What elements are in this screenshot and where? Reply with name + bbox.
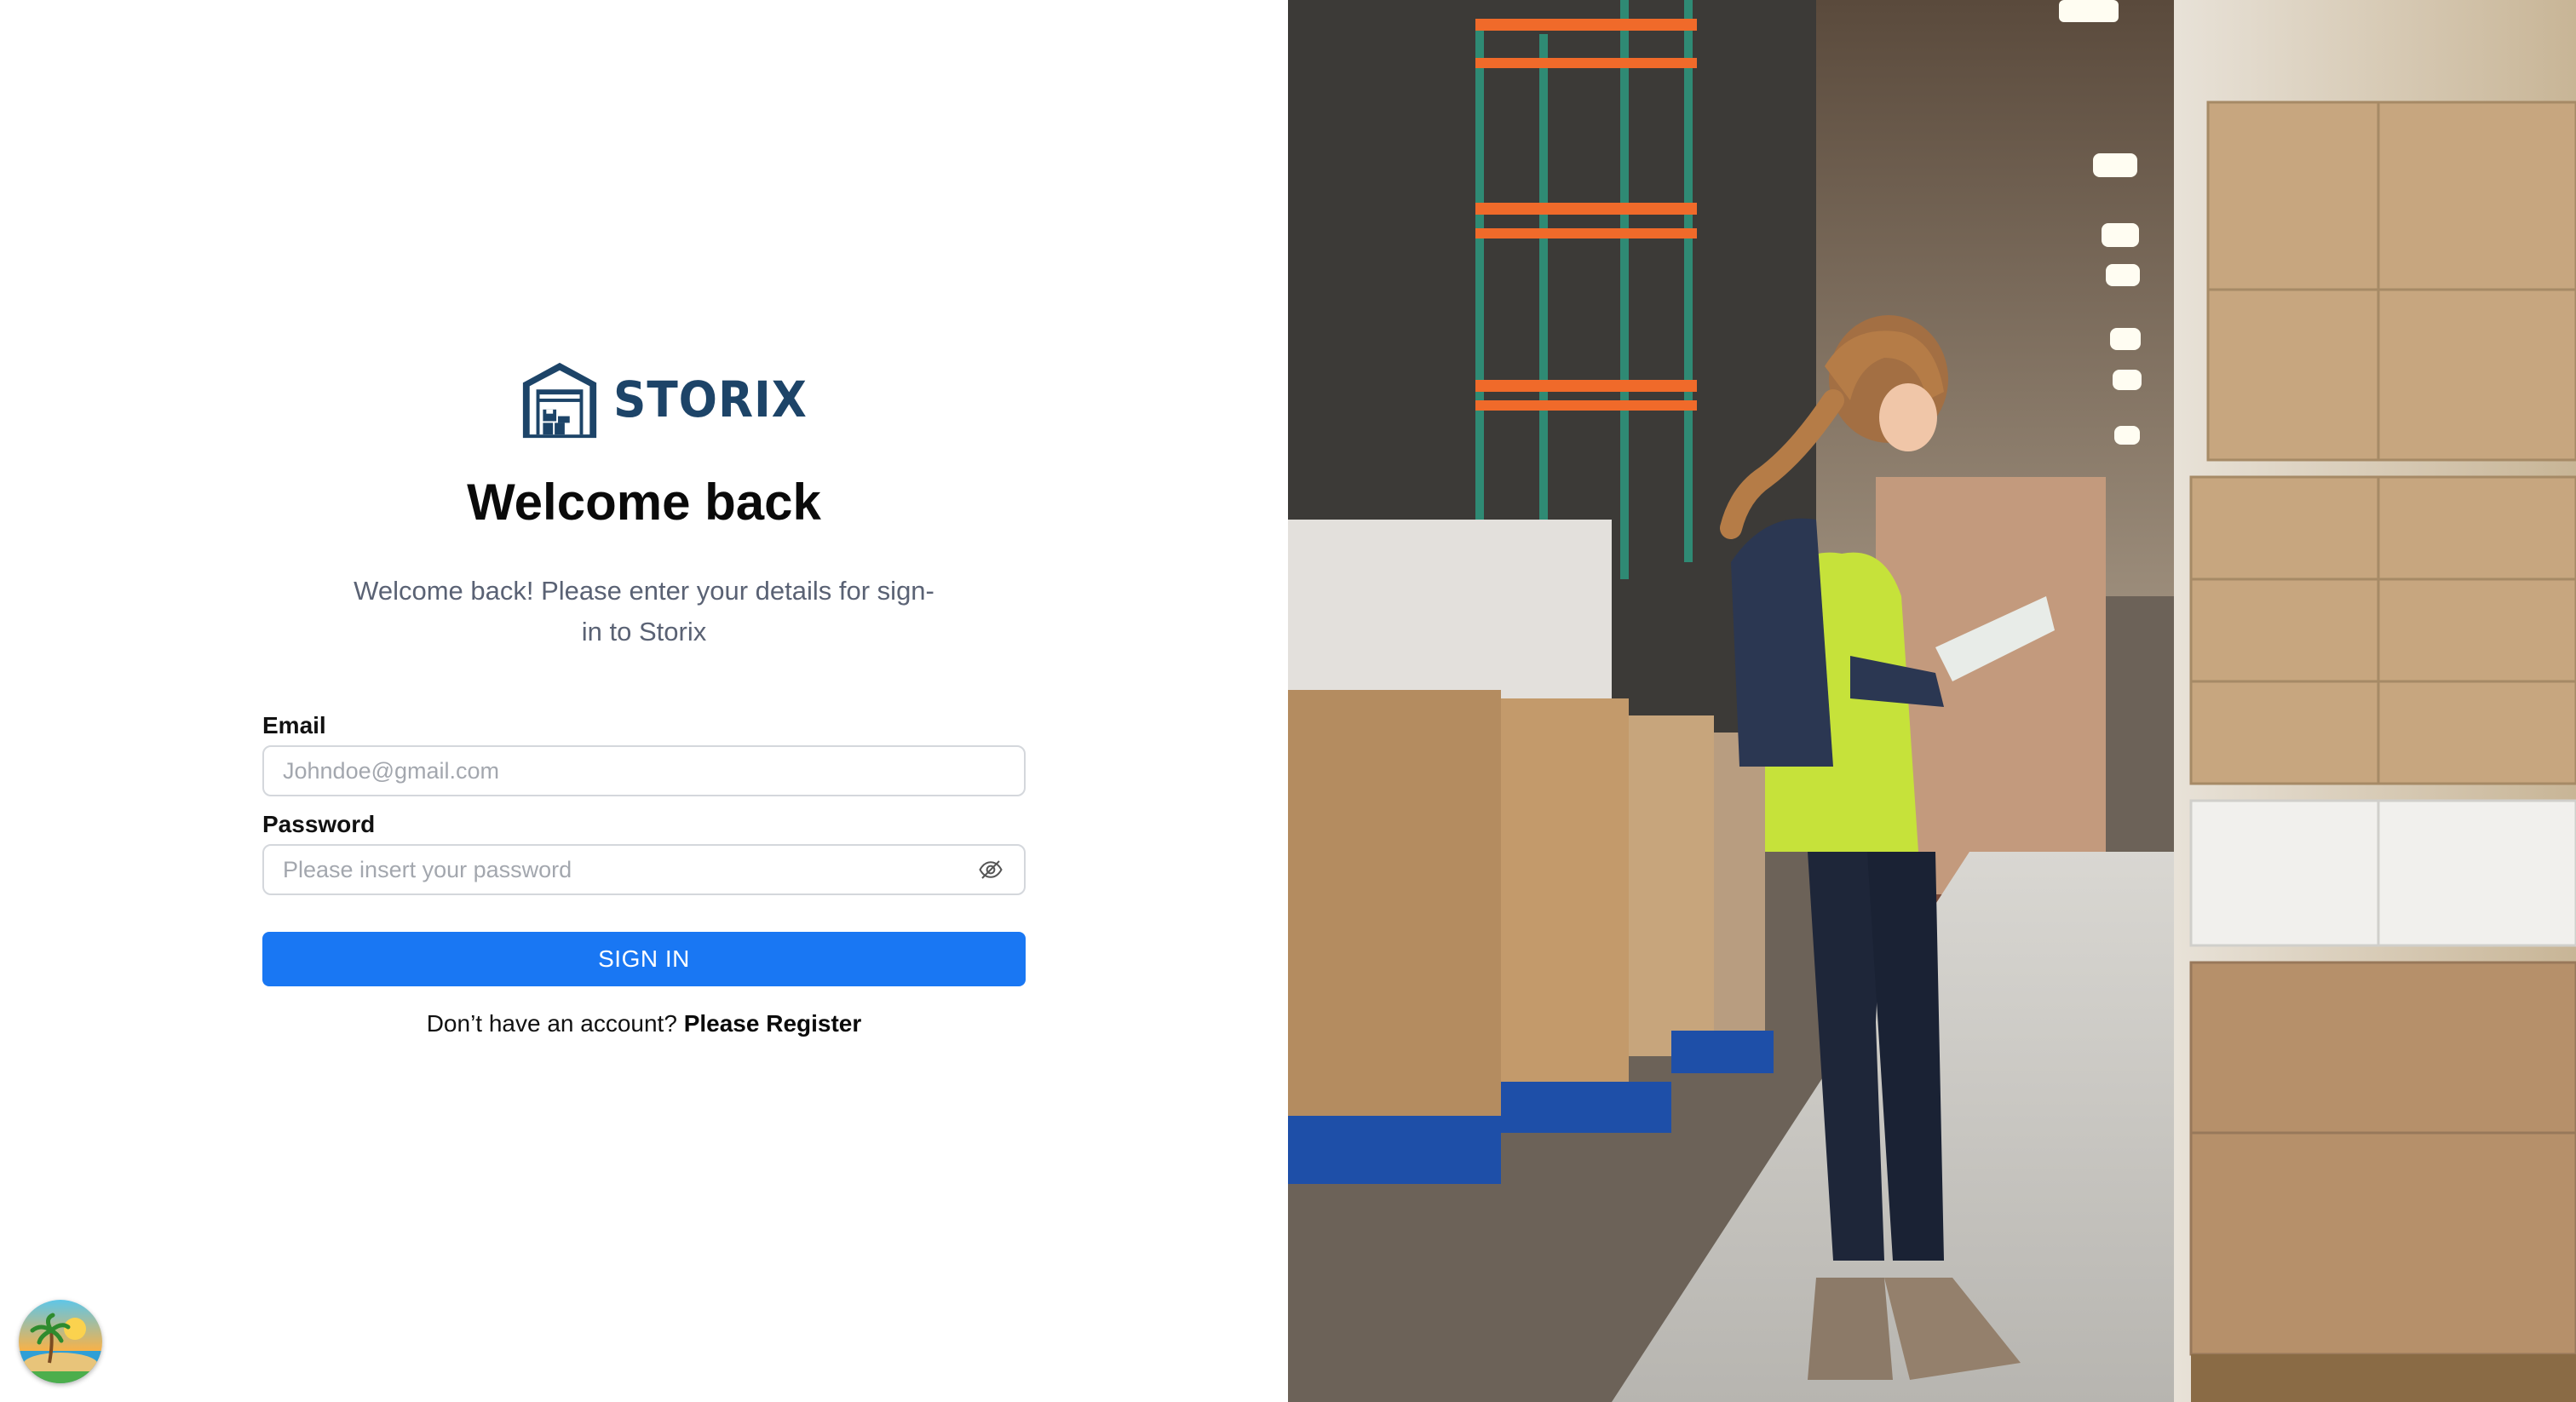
page-subtitle: Welcome back! Please enter your details …	[354, 576, 934, 646]
brand-logo: STORIX	[518, 358, 825, 441]
sign-in-button[interactable]: SIGN IN	[262, 932, 1026, 986]
register-prompt: Don’t have an account? Please Register	[0, 1010, 1288, 1037]
register-prompt-text: Don’t have an account?	[426, 1010, 677, 1037]
brand-name: STORIX	[613, 371, 808, 428]
login-panel: STORIX Welcome back Welcome back! Please…	[0, 0, 1288, 1402]
eye-slash-icon[interactable]	[978, 857, 1003, 882]
email-field[interactable]	[262, 745, 1026, 796]
register-link[interactable]: Please Register	[684, 1010, 862, 1037]
beach-island-icon[interactable]	[19, 1300, 102, 1383]
email-label: Email	[262, 712, 326, 738]
password-label: Password	[262, 811, 376, 837]
password-field[interactable]	[262, 844, 1026, 895]
warehouse-worker-photo	[1288, 0, 2576, 1402]
page-title: Welcome back	[467, 474, 821, 531]
warehouse-logo-icon	[522, 362, 597, 439]
